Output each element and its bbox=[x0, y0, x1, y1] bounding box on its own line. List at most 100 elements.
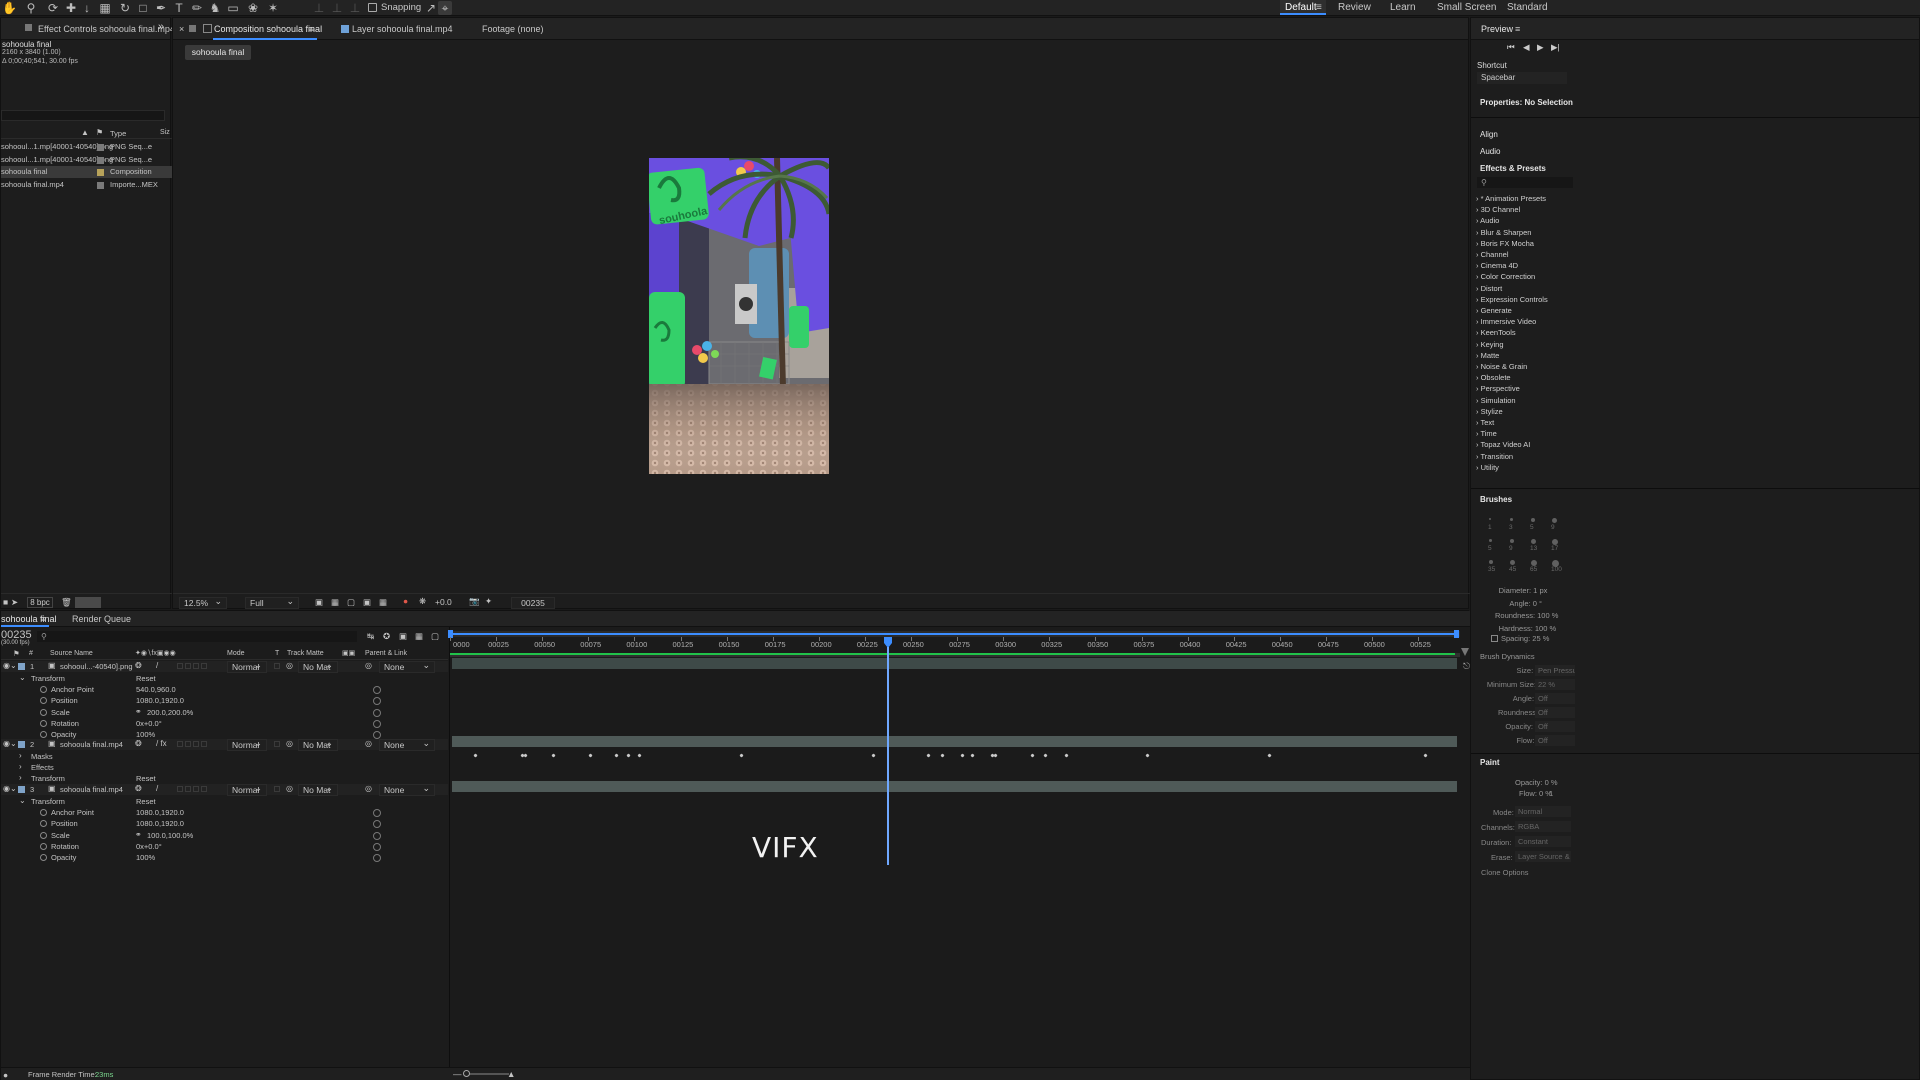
panel-overflow-icon[interactable]: » bbox=[158, 21, 164, 33]
render-queue-tab[interactable]: Render Queue bbox=[72, 614, 131, 624]
exposure-icon[interactable]: ❋ bbox=[419, 596, 426, 607]
shy-switch-icon[interactable]: ❂ bbox=[135, 784, 142, 793]
keyframe[interactable] bbox=[551, 753, 557, 758]
timeline-tab[interactable]: sohooula final bbox=[1, 614, 57, 624]
brush-tip[interactable] bbox=[1489, 539, 1492, 542]
project-item[interactable]: sohooul...1.mp[40001-40540].png PNG Seq..… bbox=[1, 154, 172, 166]
pen-tool-icon[interactable]: ✒ bbox=[154, 1, 168, 15]
stopwatch-icon[interactable] bbox=[40, 842, 47, 850]
effects-search-input[interactable]: ⚲ bbox=[1477, 177, 1573, 188]
transform-prop[interactable]: Position 1080.0,1920.0 bbox=[1, 818, 448, 829]
project-item-label[interactable] bbox=[97, 156, 104, 164]
pan-tool-icon[interactable]: ✚ bbox=[64, 1, 78, 15]
effects-category[interactable]: › Utility bbox=[1476, 463, 1499, 472]
constrain-proportions-icon[interactable]: ⚭ bbox=[135, 830, 142, 839]
comp-button-icon[interactable]: ⎋ bbox=[1463, 661, 1470, 672]
quality-switch-icon[interactable]: / bbox=[156, 661, 158, 670]
layer-switch-box[interactable] bbox=[177, 786, 183, 792]
first-frame-icon[interactable]: ⏮ bbox=[1507, 42, 1515, 53]
comp-breadcrumb-chip[interactable]: sohooula final bbox=[185, 45, 251, 60]
interpret-footage-icon[interactable]: ■ bbox=[3, 597, 8, 607]
layer-2-bar[interactable] bbox=[452, 736, 1457, 747]
layer-1-bar[interactable] bbox=[452, 658, 1457, 669]
effects-category[interactable]: › Time bbox=[1476, 429, 1497, 438]
layer-row[interactable]: ◉⌄ 1 ▣ sohooul...-40540].png❂ / Normal ◎ No Mat… bbox=[1, 660, 448, 673]
eraser-tool-icon[interactable]: ▭ bbox=[226, 1, 240, 15]
audio-panel[interactable]: Audio bbox=[1480, 147, 1500, 156]
layer-row[interactable]: ◉⌄ 3 ▣ sohooula final.mp4 ❂ / Normal ◎ No Mat ◎ No… bbox=[1, 783, 448, 796]
playhead-line[interactable] bbox=[887, 647, 889, 865]
effects-category[interactable]: › Cinema 4D bbox=[1476, 261, 1518, 270]
dynamics-dropdown[interactable]: Off bbox=[1535, 707, 1575, 718]
layer-name[interactable]: sohooul...-40540].png bbox=[60, 662, 133, 671]
paint-erase-dropdown[interactable]: Layer Source & Paint bbox=[1515, 851, 1571, 862]
effects-category[interactable]: › Obsolete bbox=[1476, 373, 1511, 382]
transform-prop[interactable]: Anchor Point 1080.0,1920.0 bbox=[1, 807, 448, 818]
transform-prop[interactable]: Rotation 0x+0.0° bbox=[1, 718, 448, 729]
keyframe[interactable] bbox=[472, 753, 478, 758]
layer-3-bar[interactable] bbox=[452, 781, 1457, 792]
source-name-col[interactable]: Source Name bbox=[50, 650, 93, 657]
quality-switch-icon[interactable]: / fx bbox=[156, 739, 167, 748]
keyframe[interactable] bbox=[1144, 753, 1150, 758]
zoom-in-icon[interactable]: ▲ bbox=[507, 1069, 515, 1079]
workspace-default[interactable]: Default bbox=[1285, 2, 1317, 13]
effects-category[interactable]: › Noise & Grain bbox=[1476, 362, 1527, 371]
time-ruler[interactable]: 0000 00025 00050 00075 00100 00125 00150 00175 0… bbox=[450, 637, 1460, 651]
transform-prop-value[interactable]: 1080.0,1920.0 bbox=[136, 696, 184, 705]
keyframe[interactable] bbox=[523, 753, 528, 758]
stopwatch-icon[interactable] bbox=[40, 686, 47, 693]
transform-prop-value[interactable]: 200.0,200.0% bbox=[147, 708, 193, 717]
composition-canvas[interactable]: souhoola bbox=[649, 158, 829, 474]
prev-frame-icon[interactable]: ◀ bbox=[1523, 42, 1530, 53]
zoom-slider-thumb[interactable] bbox=[463, 1070, 470, 1077]
dynamics-dropdown[interactable]: Pen Pressure bbox=[1535, 665, 1575, 676]
effects-category[interactable]: › Distort bbox=[1476, 284, 1502, 293]
parent-link-col[interactable]: Parent & Link bbox=[365, 650, 407, 657]
brush-tip[interactable] bbox=[1510, 560, 1515, 565]
dolly-tool-icon[interactable]: ↓ bbox=[80, 1, 94, 15]
axis-view-icon[interactable]: ⊥ bbox=[348, 1, 362, 15]
expression-pickwhip-icon[interactable] bbox=[373, 820, 381, 829]
type-tool-icon[interactable]: T bbox=[172, 1, 186, 15]
viewer-timecode[interactable]: 00235 bbox=[511, 597, 555, 609]
resolution-dropdown[interactable]: Full bbox=[245, 596, 299, 609]
mode-col[interactable]: Mode bbox=[227, 650, 245, 657]
transform-prop[interactable]: Opacity 100% bbox=[1, 852, 448, 863]
transform-expand-icon[interactable]: ⌄ bbox=[19, 673, 26, 682]
stopwatch-icon[interactable] bbox=[40, 820, 47, 828]
dynamics-dropdown[interactable]: Off bbox=[1535, 693, 1575, 704]
shortcut-dropdown[interactable]: Spacebar bbox=[1477, 72, 1567, 84]
layer-switch-box[interactable] bbox=[201, 663, 207, 669]
masks-group[interactable]: › Masks bbox=[1, 751, 448, 762]
snapping-checkbox[interactable] bbox=[368, 3, 377, 12]
brush-prop[interactable]: Hardness: 100 % bbox=[1499, 624, 1557, 633]
keyframe[interactable] bbox=[614, 753, 620, 758]
paint-flow[interactable]: Flow: 0 % bbox=[1519, 789, 1552, 798]
anchor-tool-icon[interactable]: ▦ bbox=[98, 1, 112, 15]
shy-switch-icon[interactable]: ❂ bbox=[135, 661, 142, 670]
orbit-tool-icon[interactable]: ⟳ bbox=[46, 1, 60, 15]
snapshot-icon[interactable]: 📷 bbox=[469, 596, 480, 607]
transform-group[interactable]: › Transform Reset bbox=[1, 773, 448, 784]
transform-reset[interactable]: Reset bbox=[136, 674, 156, 683]
brush-tip[interactable] bbox=[1531, 518, 1535, 522]
shy-layers-icon[interactable]: ▣ bbox=[399, 631, 407, 642]
channels-icon[interactable]: ● bbox=[403, 596, 408, 606]
layer-name[interactable]: sohooula final.mp4 bbox=[60, 785, 123, 794]
brush-tip[interactable] bbox=[1531, 539, 1536, 544]
expression-pickwhip-icon[interactable] bbox=[373, 809, 381, 817]
project-item[interactable]: sohooul...1.mp[40001-40540].png PNG Seq..… bbox=[1, 141, 172, 153]
work-area-range[interactable] bbox=[450, 633, 1458, 635]
timeline-menu-icon[interactable]: ≡ bbox=[41, 614, 46, 624]
label-tag-icon[interactable]: ⚑ bbox=[96, 128, 103, 137]
comp-mini-flowchart-icon[interactable]: ↹ bbox=[367, 631, 374, 642]
transform-prop-value[interactable]: 1080.0,1920.0 bbox=[136, 819, 184, 828]
brush-prop[interactable]: Diameter: 1 px bbox=[1499, 586, 1548, 595]
keyframe[interactable] bbox=[940, 753, 945, 758]
preserve-transparency-box[interactable] bbox=[274, 786, 280, 792]
layer-switch-box[interactable] bbox=[185, 786, 191, 792]
effects-category[interactable]: › Audio bbox=[1476, 216, 1499, 225]
transform-prop-value[interactable]: 0x+0.0° bbox=[136, 719, 162, 728]
hand-tool-icon[interactable]: ✋ bbox=[2, 1, 17, 15]
